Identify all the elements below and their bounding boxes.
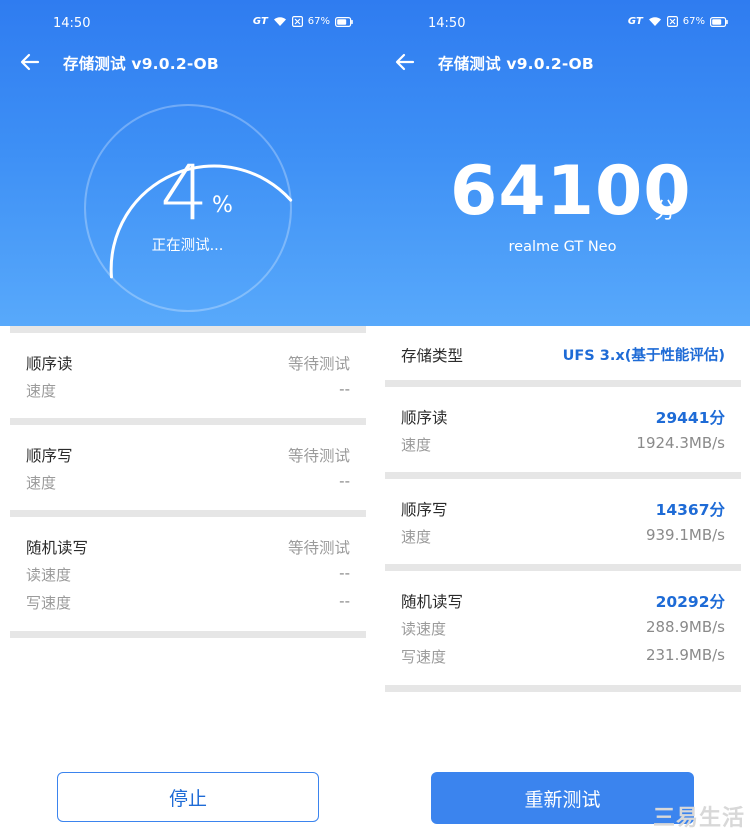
score-unit: 分 — [654, 199, 677, 224]
wifi-icon — [648, 16, 662, 27]
random-rw-label: 随机读写 — [26, 539, 89, 557]
progress-value: 4 — [160, 148, 209, 237]
random-rw-status: 等待测试 — [287, 539, 350, 557]
divider — [385, 380, 741, 387]
seq-read-label: 顺序读 — [26, 355, 73, 373]
page-title: 存储测试 v9.0.2-OB — [438, 55, 594, 73]
seq-read-score: 29441分 — [655, 409, 725, 427]
wifi-icon — [273, 16, 287, 27]
seq-write-label: 顺序写 — [401, 501, 448, 519]
random-read-value: -- — [339, 564, 350, 582]
seq-read-speed-value: -- — [339, 380, 350, 398]
seq-write-speed-value: 939.1MB/s — [645, 526, 725, 544]
divider — [10, 326, 366, 333]
battery-percent: 67% — [682, 16, 705, 27]
divider — [10, 418, 366, 425]
network-badge: GT — [252, 16, 268, 27]
watermark: 三易生活 — [653, 806, 746, 831]
random-write-value: 231.9MB/s — [645, 646, 725, 664]
header: 14:50 GT 67% 存储测试 v9.0.2-OB 4 % 正在测试... — [0, 0, 375, 326]
status-time: 14:50 — [53, 16, 91, 31]
stop-button[interactable]: 停止 — [57, 772, 319, 822]
random-read-label: 读速度 — [26, 566, 72, 584]
back-arrow-icon[interactable] — [393, 50, 417, 74]
storage-type-value: UFS 3.x(基于性能评估) — [562, 348, 725, 364]
progress-unit: % — [212, 193, 233, 218]
page-title: 存储测试 v9.0.2-OB — [63, 55, 219, 73]
divider — [385, 472, 741, 479]
header: 14:50 GT 67% 存储测试 v9.0.2-OB 64100 分 real… — [375, 0, 750, 326]
seq-write-speed-value: -- — [339, 472, 350, 490]
seq-read-speed-label: 速度 — [26, 382, 57, 400]
divider — [10, 510, 366, 517]
seq-write-status: 等待测试 — [287, 447, 350, 465]
seq-write-speed-label: 速度 — [26, 474, 57, 492]
divider — [385, 564, 741, 571]
status-bar: 14:50 GT 67% — [0, 12, 375, 36]
divider — [385, 685, 741, 692]
seq-read-speed-label: 速度 — [401, 436, 432, 454]
random-rw-label: 随机读写 — [401, 593, 464, 611]
battery-icon — [710, 16, 728, 27]
seq-write-score: 14367分 — [655, 501, 725, 519]
status-time: 14:50 — [428, 16, 466, 31]
random-write-label: 写速度 — [26, 594, 72, 612]
sim-disabled-icon — [666, 16, 678, 27]
divider — [10, 631, 366, 638]
random-read-value: 288.9MB/s — [645, 618, 725, 636]
random-write-value: -- — [339, 592, 350, 610]
back-arrow-icon[interactable] — [18, 50, 42, 74]
random-rw-score: 20292分 — [655, 593, 725, 611]
sim-disabled-icon — [291, 16, 303, 27]
seq-read-status: 等待测试 — [287, 355, 350, 373]
seq-read-speed-value: 1924.3MB/s — [636, 434, 725, 452]
network-badge: GT — [627, 16, 643, 27]
seq-write-speed-label: 速度 — [401, 528, 432, 546]
battery-percent: 67% — [307, 16, 330, 27]
device-name: realme GT Neo — [508, 239, 617, 255]
result-screen: 14:50 GT 67% 存储测试 v9.0.2-OB 64100 分 real… — [375, 0, 750, 833]
random-read-label: 读速度 — [401, 620, 447, 638]
seq-write-label: 顺序写 — [26, 447, 73, 465]
battery-icon — [335, 16, 353, 27]
testing-status: 正在测试... — [151, 238, 224, 254]
storage-type-label: 存储类型 — [401, 347, 464, 365]
seq-read-label: 顺序读 — [401, 409, 448, 427]
status-bar: 14:50 GT 67% — [375, 12, 750, 36]
testing-screen: 14:50 GT 67% 存储测试 v9.0.2-OB 4 % 正在测试... … — [0, 0, 375, 833]
random-write-label: 写速度 — [401, 648, 447, 666]
